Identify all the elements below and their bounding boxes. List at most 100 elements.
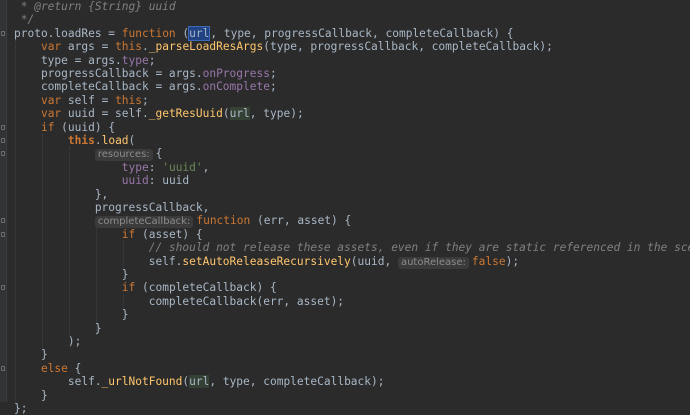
keyword-token: function (196, 214, 251, 228)
parameter-hint: autoRelease: (397, 256, 469, 269)
code-line[interactable]: */ (14, 13, 34, 26)
code-line[interactable]: } (14, 308, 129, 321)
code-line[interactable]: this.load( (14, 134, 135, 147)
function-name-token: _urlNotFound (101, 375, 183, 389)
keyword-token: var (40, 93, 62, 107)
code-token: } (14, 321, 102, 335)
code-token: ; (142, 93, 149, 107)
fold-marker-icon[interactable] (1, 218, 5, 224)
code-token: completeCallback(err, asset); (14, 294, 345, 308)
code-line[interactable]: self._urlNotFound(url, type, completeCal… (14, 375, 384, 389)
code-token: self. (14, 375, 102, 389)
code-line[interactable]: completeCallback: function (err, asset) { (14, 214, 351, 229)
keyword-token: function (121, 26, 176, 40)
code-token: ( (128, 134, 136, 147)
code-token: { (155, 147, 163, 161)
code-token: (completeCallback) { (135, 281, 277, 295)
selected-token: url (188, 25, 211, 41)
fold-marker-icon[interactable] (1, 124, 5, 130)
code-line[interactable]: completeCallback(err, asset); (14, 295, 344, 308)
code-line[interactable]: progressCallback = args.onProgress; (14, 67, 277, 80)
code-line[interactable]: else { (14, 362, 81, 375)
property-token: uuid (121, 174, 149, 188)
code-token: } (14, 348, 48, 362)
code-line[interactable]: } (14, 268, 129, 281)
editor-gutter[interactable] (0, 0, 7, 402)
code-line[interactable]: var args = this._parseLoadResArgs(type, … (14, 40, 553, 53)
fold-marker-icon[interactable] (1, 231, 5, 237)
code-line[interactable]: }, (14, 188, 108, 201)
code-line[interactable]: resources:{ (14, 147, 163, 162)
code-token: type = args. (14, 53, 122, 67)
code-editor[interactable]: * @return {String} uuid */proto.loadRes … (0, 0, 690, 415)
fold-marker-icon[interactable] (1, 30, 5, 36)
fold-marker-icon[interactable] (1, 151, 5, 157)
code-line[interactable]: uuid: uuid (14, 174, 189, 187)
code-token: } (14, 388, 48, 402)
code-line[interactable]: if (completeCallback) { (14, 281, 277, 294)
code-token: (uuid) { (54, 120, 116, 134)
code-token: . (142, 40, 149, 54)
code-line[interactable]: } (14, 389, 48, 402)
string-token: 'uuid' (162, 160, 203, 174)
code-line[interactable]: type = args.type; (14, 53, 156, 67)
parameter-hint: resources: (94, 149, 153, 162)
keyword-token: if (40, 120, 55, 134)
code-line[interactable]: proto.loadRes = function (url, type, pro… (14, 25, 513, 41)
code-line[interactable]: if (asset) { (14, 228, 203, 241)
function-name-token: setAutoReleaseRecursively (182, 254, 351, 268)
code-token: completeCallback = args. (14, 80, 203, 94)
code-line[interactable]: var self = this; (14, 94, 149, 107)
code-line[interactable]: completeCallback = args.onComplete; (14, 80, 277, 93)
code-token: ; (269, 67, 277, 80)
code-line[interactable]: self.setAutoReleaseRecursively(uuid, aut… (14, 254, 519, 269)
code-line[interactable]: }; (14, 402, 27, 415)
code-token: } (14, 308, 129, 322)
code-line[interactable]: } (14, 348, 48, 361)
usage-highlight-token: url (229, 107, 250, 121)
code-token: ( (175, 26, 190, 40)
fold-marker-icon[interactable] (1, 285, 5, 291)
code-line[interactable]: ); (14, 335, 81, 348)
keyword-token: this (67, 134, 95, 147)
code-line[interactable]: type: 'uuid', (14, 160, 210, 174)
function-name-token: load (101, 134, 129, 147)
property-token: onComplete (202, 80, 270, 94)
code-token: ( (222, 107, 230, 121)
code-token: proto.loadRes = (14, 26, 122, 40)
code-token: { (67, 361, 82, 375)
fold-marker-icon[interactable] (1, 365, 5, 371)
code-token: progressCallback, (14, 201, 210, 214)
keyword-token: this (115, 93, 143, 107)
code-token: : uuid (148, 174, 190, 188)
keyword-token: if (121, 227, 136, 241)
code-line[interactable]: var uuid = self._getResUuid(url, type); (14, 107, 304, 121)
code-token: uuid = self. (61, 107, 149, 121)
code-token: }; (14, 402, 28, 415)
code-line[interactable]: if (uuid) { (14, 121, 115, 134)
code-line[interactable]: progressCallback, (14, 201, 210, 214)
code-token: progressCallback = args. (14, 67, 203, 80)
keyword-token: var (40, 40, 62, 54)
code-token: (type, progressCallback, completeCallbac… (263, 40, 553, 54)
code-line[interactable]: // should not release these assets, even… (14, 241, 690, 254)
fold-marker-icon[interactable] (1, 138, 5, 143)
code-line[interactable]: } (14, 322, 102, 335)
code-token: }, (14, 187, 109, 201)
keyword-token: var (40, 107, 62, 121)
keyword-token: else (40, 361, 68, 375)
comment-token: // should not release these assets, even… (148, 241, 690, 255)
code-line[interactable]: * @return {String} uuid (14, 0, 176, 13)
comment-token: */ (14, 13, 35, 27)
code-token: : (148, 160, 163, 174)
code-token: ; (269, 80, 277, 94)
